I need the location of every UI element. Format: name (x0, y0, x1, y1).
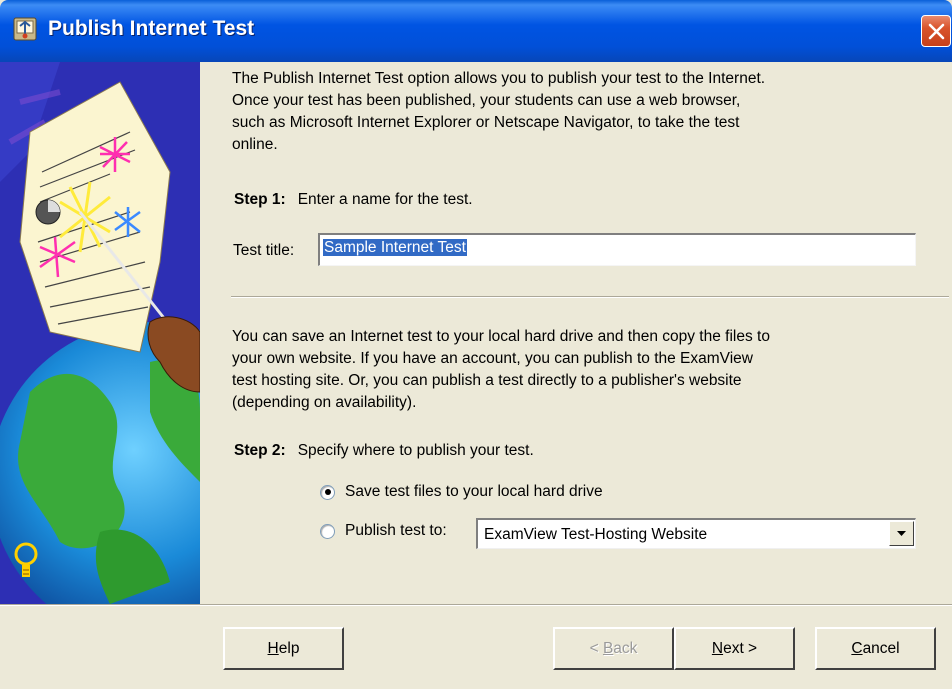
publish-destination-value: ExamView Test-Hosting Website (484, 526, 708, 543)
close-icon (928, 23, 945, 40)
wizard-content: The Publish Internet Test option allows … (200, 62, 952, 604)
intro-text: The Publish Internet Test option allows … (232, 70, 766, 153)
help-label-rest: elp (278, 639, 300, 657)
step1: Step 1: Enter a name for the test. (234, 191, 473, 209)
step2-instruction: Specify where to publish your test. (297, 442, 534, 459)
dropdown-button[interactable] (889, 521, 914, 546)
test-title-label: Test title: (233, 242, 295, 259)
help-mnemonic: H (267, 639, 279, 657)
close-button[interactable] (921, 15, 951, 47)
publish-description: You can save an Internet test to your lo… (232, 328, 770, 411)
save-local-radio[interactable] (320, 484, 335, 500)
save-local-option[interactable]: Save test files to your local hard drive (320, 483, 603, 501)
step2: Step 2: Specify where to publish your tes… (234, 442, 534, 460)
back-label-prefix: < (589, 639, 603, 657)
title-bar[interactable]: Publish Internet Test (0, 0, 952, 62)
cancel-label-rest: ancel (862, 639, 900, 657)
test-title-value: Sample Internet Test (323, 239, 467, 256)
publish-to-option[interactable]: Publish test to: (320, 522, 447, 540)
button-area-divider (0, 604, 952, 606)
back-mnemonic: B (602, 639, 614, 657)
cancel-button[interactable]: Cancel (815, 627, 936, 670)
section-divider (231, 296, 949, 298)
save-local-label: Save test files to your local hard drive (345, 483, 603, 500)
help-button[interactable]: Help (223, 627, 344, 670)
back-button[interactable]: < Back (553, 627, 674, 670)
next-label-rest: ext > (723, 639, 758, 657)
cancel-mnemonic: C (851, 639, 863, 657)
step1-instruction: Enter a name for the test. (297, 191, 473, 208)
window-title: Publish Internet Test (48, 17, 255, 40)
publish-internet-test-dialog: Publish Internet Test The Publish Intern… (0, 0, 952, 689)
publish-wizard-icon (12, 16, 38, 42)
wizard-illustration (0, 62, 200, 604)
publish-destination-select[interactable]: ExamView Test-Hosting Website (476, 518, 916, 549)
chevron-down-icon (897, 531, 906, 536)
publish-to-label: Publish test to: (345, 522, 447, 539)
next-button[interactable]: Next > (674, 627, 795, 670)
step1-label: Step 1: (234, 191, 286, 208)
test-title-input[interactable]: Sample Internet Test (318, 233, 916, 266)
back-label-rest: ack (613, 639, 638, 657)
next-mnemonic: N (711, 639, 724, 657)
step2-label: Step 2: (234, 442, 286, 459)
publish-to-radio[interactable] (320, 523, 335, 539)
